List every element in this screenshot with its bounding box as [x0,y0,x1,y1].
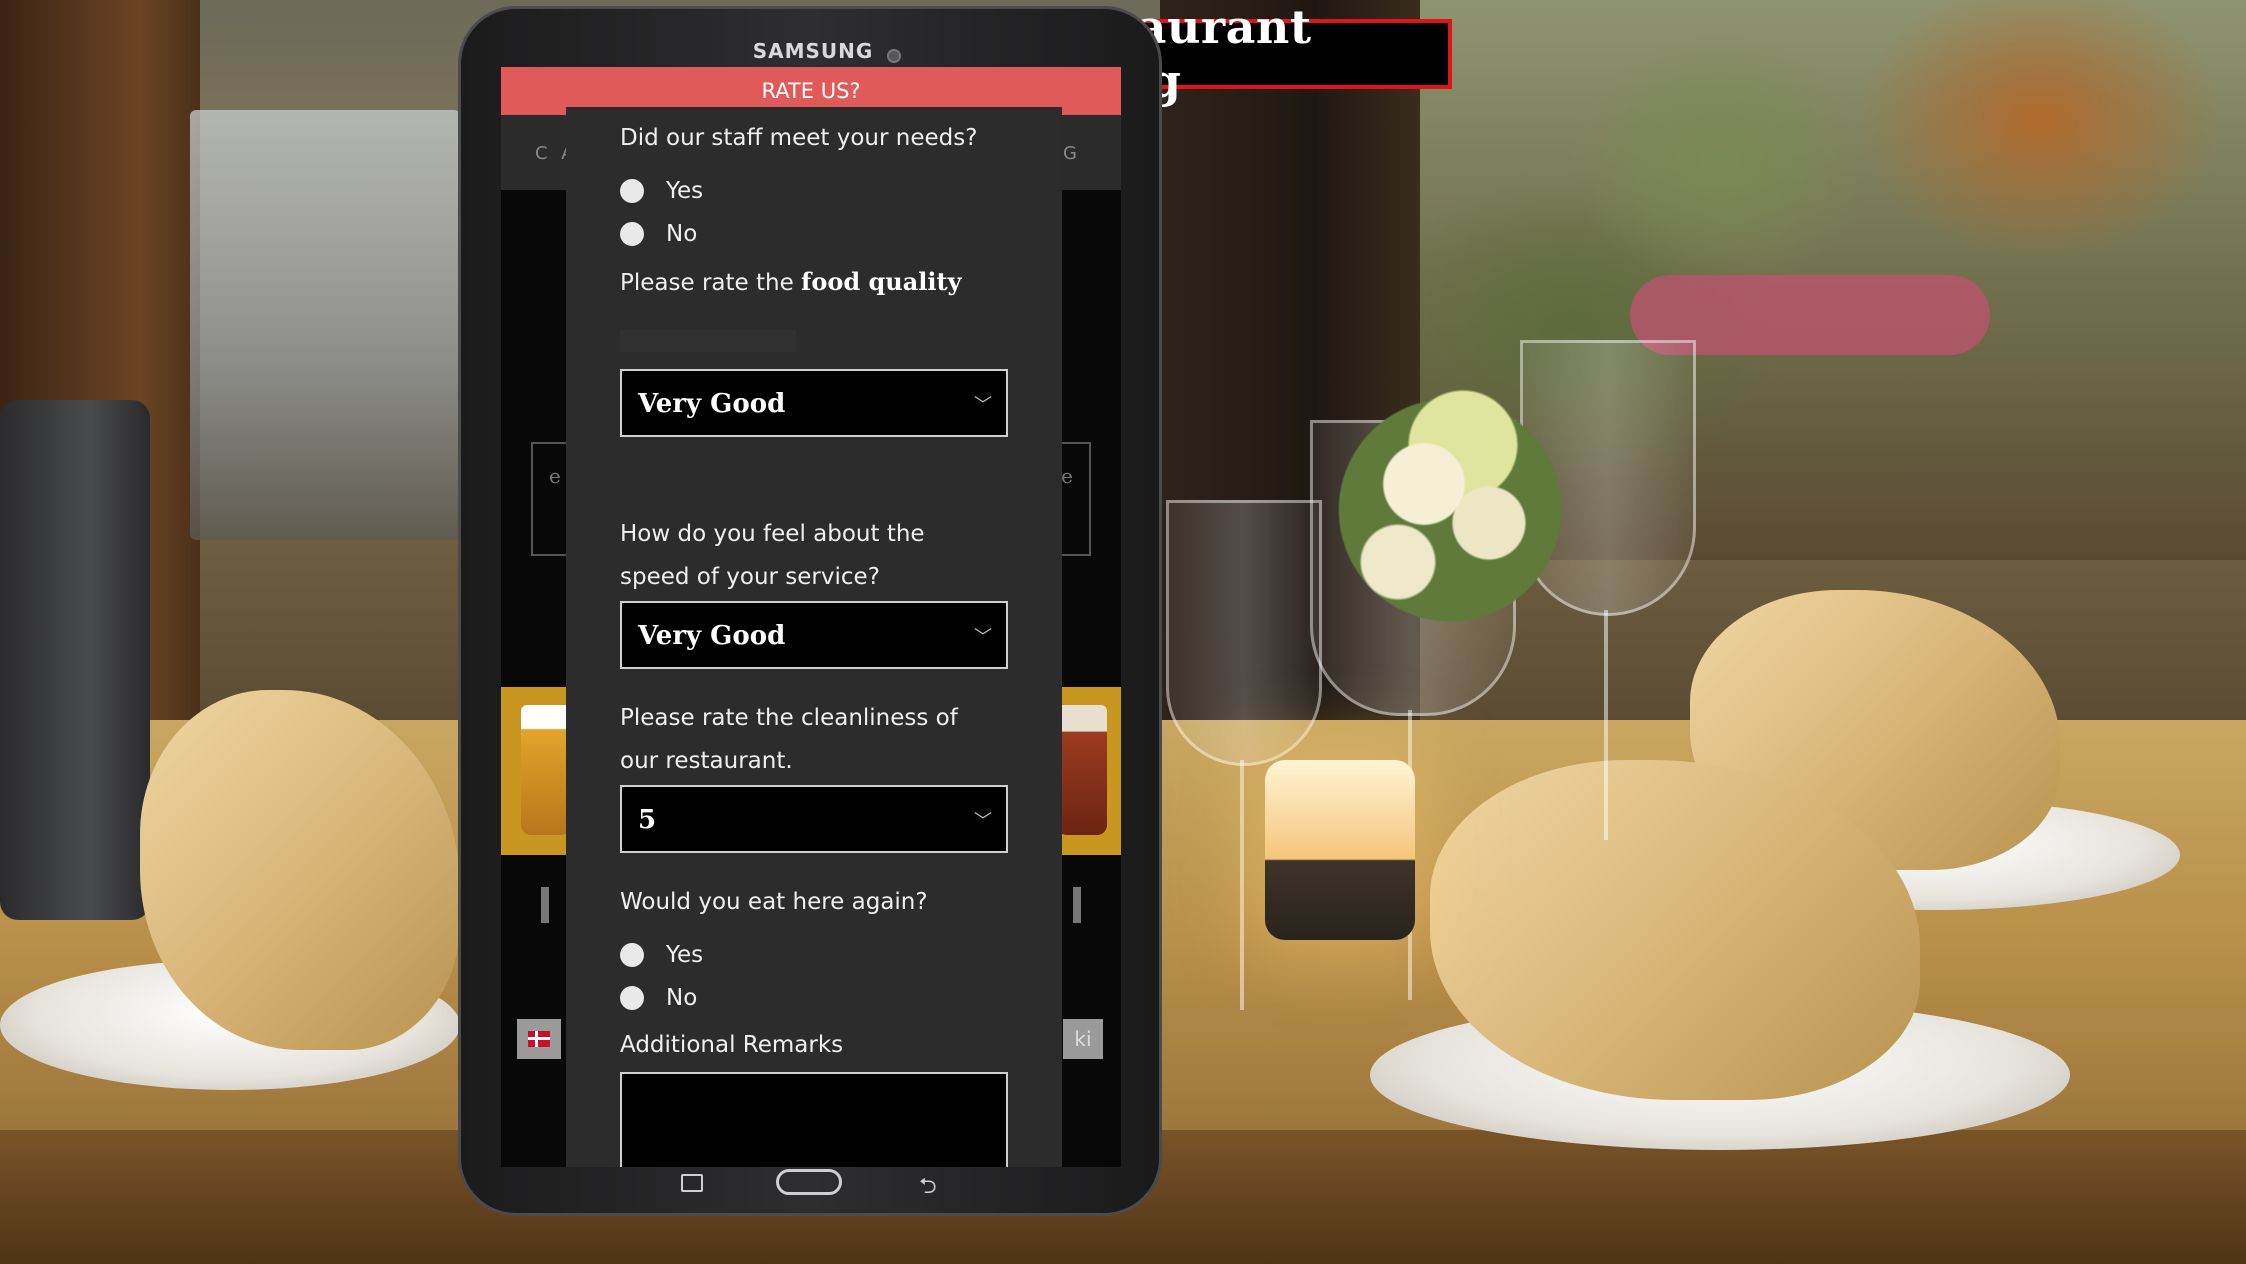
question-cleanliness: Please rate the cleanliness of our resta… [620,697,958,783]
front-camera [887,49,901,63]
select-cleanliness[interactable]: 5 ﹀ [620,785,1008,853]
chevron-down-icon: ﹀ [974,627,992,648]
select-value: Very Good [638,621,786,651]
nav-text-right[interactable]: G [1063,143,1081,164]
back-arrow-icon[interactable]: ⮌ [919,1169,937,1207]
additional-remarks-textarea[interactable] [620,1072,1008,1167]
radio-staff-yes[interactable]: Yes [620,178,703,204]
bg-box-text-left: e [549,464,561,488]
background-button-left [541,887,549,923]
radio-circle-icon [620,179,644,203]
question-staff: Did our staff meet your needs? [620,125,978,151]
question-line: How do you feel about the [620,521,925,547]
chevron-down-icon: ﹀ [974,395,992,416]
radio-label: Yes [666,942,704,968]
radio-circle-icon [620,986,644,1010]
rating-survey-modal: Did our staff meet your needs? Yes No Pl… [566,107,1062,1167]
drink-image [1057,705,1107,835]
background-button-right [1073,887,1081,923]
wine-glass [1166,500,1322,766]
select-service-speed[interactable]: Very Good ﹀ [620,601,1008,669]
radio-circle-icon [620,943,644,967]
candle-holder [1265,760,1415,940]
bg-box-text-right: e [1061,464,1073,488]
question-food-prefix: Please rate the [620,270,794,296]
wine-glass-stem [1240,760,1244,1010]
beer-image [521,705,571,835]
home-button[interactable] [776,1169,842,1195]
question-food-quality: Please rate the food quality [620,260,962,305]
select-food-quality[interactable]: Very Good ﹀ [620,369,1008,437]
additional-remarks-label: Additional Remarks [620,1032,844,1058]
flower-vase [1320,380,1580,640]
background-window [190,110,460,540]
language-flag-button[interactable] [517,1019,561,1059]
radio-staff-no[interactable]: No [620,221,697,247]
tablet-device: SAMSUNG RATE US? C A G e e ki Did our st… [458,6,1162,1216]
radio-eat-again-yes[interactable]: Yes [620,942,703,968]
question-eat-again: Would you eat here again? [620,889,928,915]
danish-flag-icon [528,1031,550,1047]
recent-apps-icon[interactable] [681,1174,703,1192]
radio-eat-again-no[interactable]: No [620,985,697,1011]
radio-circle-icon [620,222,644,246]
chevron-down-icon: ﹀ [974,811,992,832]
device-brand: SAMSUNG [752,39,874,63]
wine-glass-stem [1604,610,1608,840]
select-value: 5 [638,805,657,835]
divider-bar [620,330,796,352]
question-line: Please rate the cleanliness of [620,705,958,731]
question-line: speed of your service? [620,564,880,590]
select-value: Very Good [638,389,786,419]
radio-label: No [666,221,698,247]
tablet-screen: RATE US? C A G e e ki Did our staff meet… [501,67,1121,1167]
question-line: our restaurant. [620,748,793,774]
question-service-speed: How do you feel about the speed of your … [620,513,925,599]
ki-button[interactable]: ki [1063,1019,1103,1059]
question-food-emphasis: food quality [801,267,962,296]
chair [0,400,150,920]
radio-label: Yes [666,178,704,204]
radio-label: No [666,985,698,1011]
